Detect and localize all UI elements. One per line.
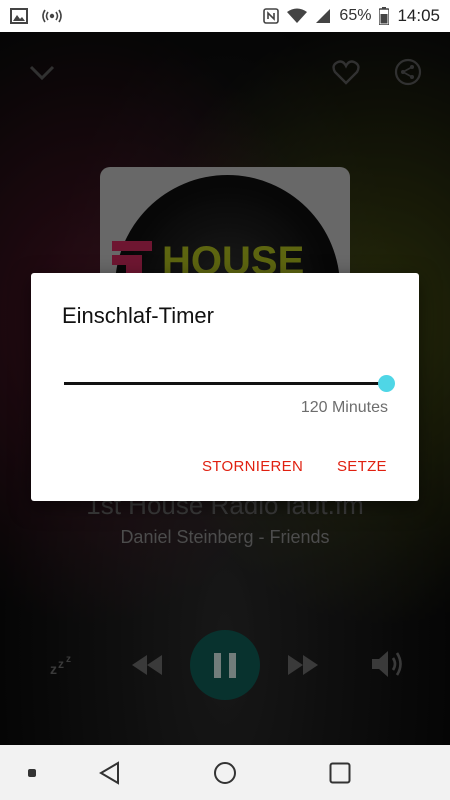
clock: 14:05 bbox=[397, 6, 440, 25]
slider-value-label: 120 Minutes bbox=[300, 399, 388, 416]
battery-icon bbox=[379, 7, 390, 25]
sleep-timer-dialog: Einschlaf-Timer 120 Minutes STORNIEREN S… bbox=[31, 273, 419, 501]
dot-icon[interactable] bbox=[27, 768, 37, 778]
cancel-button[interactable]: STORNIEREN bbox=[202, 458, 303, 475]
recents-icon[interactable] bbox=[329, 762, 351, 784]
battery-percent: 65% bbox=[339, 7, 372, 24]
dialog-title: Einschlaf-Timer bbox=[62, 303, 214, 328]
sleep-timer-slider-track[interactable] bbox=[64, 382, 386, 385]
wifi-icon bbox=[287, 8, 308, 23]
signal-icon bbox=[316, 9, 331, 23]
back-icon[interactable] bbox=[98, 761, 122, 785]
radio-broadcast-icon bbox=[42, 9, 62, 23]
system-navigation-bar bbox=[0, 745, 450, 800]
nfc-icon bbox=[263, 8, 280, 24]
sleep-timer-slider-thumb[interactable] bbox=[377, 375, 395, 392]
image-icon bbox=[10, 8, 28, 24]
status-bar: 65% 14:05 bbox=[0, 0, 450, 32]
set-button[interactable]: SETZE bbox=[337, 458, 387, 475]
home-icon[interactable] bbox=[213, 761, 237, 785]
